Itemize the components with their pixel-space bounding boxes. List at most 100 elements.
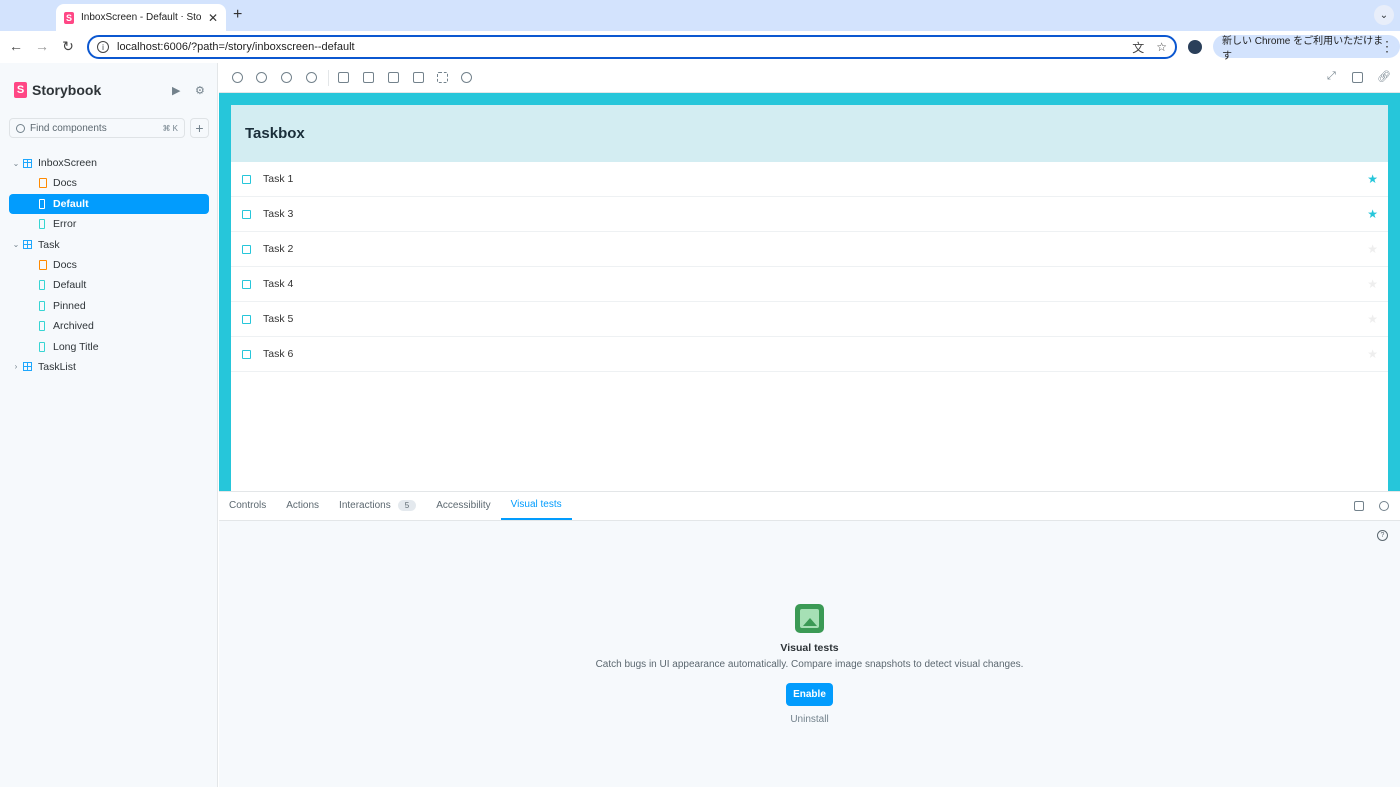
viewport-icon[interactable] — [388, 72, 399, 83]
tab-label: Interactions — [339, 500, 391, 511]
url-text[interactable]: localhost:6006/?path=/story/inboxscreen-… — [117, 41, 1120, 53]
star-icon[interactable]: ★ — [1367, 242, 1378, 256]
tree-label: TaskList — [38, 360, 76, 373]
tab-controls[interactable]: Controls — [219, 491, 276, 520]
tree-story-task-long-title[interactable]: Long Title — [9, 337, 209, 357]
bookmark-star-icon[interactable]: ☆ — [1156, 40, 1167, 54]
back-button[interactable]: ← — [7, 38, 25, 54]
help-icon[interactable]: ? — [1377, 530, 1388, 541]
grid-icon[interactable] — [363, 72, 374, 83]
accessibility-icon[interactable] — [461, 72, 472, 83]
forward-button[interactable]: → — [33, 38, 51, 54]
tab-label: Controls — [229, 500, 267, 511]
task-item[interactable]: Task 2 ★ — [231, 232, 1388, 267]
new-tab-button[interactable]: + — [233, 6, 242, 24]
task-item[interactable]: Task 4 ★ — [231, 267, 1388, 302]
enable-button[interactable]: Enable — [786, 683, 833, 706]
tab-search-menu-icon[interactable]: ⌄ — [1374, 5, 1394, 25]
browser-tab-title: InboxScreen - Default ⋅ Story — [81, 12, 201, 23]
task-item[interactable]: Task 6 ★ — [231, 337, 1388, 372]
tree-docs-task[interactable]: Docs — [9, 255, 209, 275]
reload-button[interactable]: ↻ — [59, 38, 77, 55]
fullscreen-icon[interactable]: ⤢ — [1327, 70, 1338, 82]
chrome-menu-icon[interactable]: ⋮ — [1380, 38, 1394, 55]
tab-visual-tests[interactable]: Visual tests — [500, 491, 572, 520]
task-title: Task 5 — [263, 313, 294, 325]
address-bar[interactable]: i localhost:6006/?path=/story/inboxscree… — [87, 35, 1177, 59]
star-icon[interactable]: ★ — [1367, 207, 1378, 221]
tab-accessibility[interactable]: Accessibility — [426, 491, 500, 520]
create-story-button[interactable]: + — [190, 118, 209, 138]
task-checkbox[interactable] — [242, 174, 251, 184]
tree-story-task-default[interactable]: Default — [9, 275, 209, 295]
tab-actions[interactable]: Actions — [276, 491, 329, 520]
star-icon[interactable]: ★ — [1367, 172, 1378, 186]
inbox-header: Taskbox — [231, 105, 1388, 162]
star-icon[interactable]: ★ — [1367, 312, 1378, 326]
chevron-down-icon: ⌄ — [12, 158, 20, 168]
star-icon[interactable]: ★ — [1367, 347, 1378, 361]
storybook-logo-icon: S — [14, 82, 27, 98]
tree-label: Archived — [53, 320, 94, 333]
close-panel-icon[interactable] — [1379, 501, 1389, 511]
tab-label: Actions — [286, 500, 320, 511]
visual-tests-description: Catch bugs in UI appearance automaticall… — [595, 659, 1024, 670]
task-checkbox[interactable] — [242, 349, 251, 359]
whats-new-icon[interactable]: ▶ — [172, 84, 180, 97]
task-title: Task 6 — [263, 348, 294, 360]
tree-docs-inboxscreen[interactable]: Docs — [9, 173, 209, 193]
open-new-tab-icon[interactable] — [1352, 72, 1363, 83]
outline-icon[interactable] — [437, 72, 448, 83]
chrome-update-button[interactable]: 新しい Chrome をご利用いただけます — [1213, 35, 1400, 62]
translate-icon[interactable]: 文 — [1132, 39, 1144, 56]
visual-tests-title: Visual tests — [780, 642, 839, 654]
task-checkbox[interactable] — [242, 244, 251, 254]
tree-label: Error — [53, 218, 77, 231]
copy-link-icon[interactable]: 🔗︎ — [1377, 70, 1391, 83]
tree-label: Pinned — [53, 299, 86, 312]
addon-tabs: Controls Actions Interactions 5 Accessib… — [219, 492, 1400, 521]
tree-label: Default — [53, 279, 87, 292]
search-icon — [16, 123, 25, 133]
task-item[interactable]: Task 5 ★ — [231, 302, 1388, 337]
settings-gear-icon[interactable]: ⚙ — [195, 84, 205, 97]
profile-avatar[interactable] — [1188, 40, 1202, 54]
uninstall-link[interactable]: Uninstall — [790, 714, 828, 725]
measure-icon[interactable] — [413, 72, 424, 83]
close-tab-icon[interactable]: ✕ — [208, 11, 218, 25]
tree-component-inboxscreen[interactable]: ⌄ InboxScreen — [9, 153, 209, 173]
remount-icon[interactable] — [232, 72, 243, 83]
tree-story-inboxscreen-default[interactable]: Default — [9, 193, 209, 214]
tree-story-inboxscreen-error[interactable]: Error — [9, 214, 209, 234]
tree-story-task-archived[interactable]: Archived — [9, 316, 209, 336]
chevron-right-icon: › — [14, 362, 18, 372]
storybook-sidebar: S Storybook ▶ ⚙ Find components ⌘ K + ⌄ … — [0, 63, 218, 787]
tree-component-task[interactable]: ⌄ Task — [9, 235, 209, 255]
page-title: Taskbox — [245, 125, 305, 142]
bookmark-icon — [39, 341, 45, 352]
tree-component-tasklist[interactable]: › TaskList — [9, 357, 209, 377]
tree-label: Docs — [53, 258, 77, 271]
task-checkbox[interactable] — [242, 209, 251, 219]
task-item[interactable]: Task 1 ★ — [231, 162, 1388, 197]
document-icon — [39, 259, 47, 270]
zoom-in-icon[interactable] — [256, 72, 267, 83]
site-info-icon[interactable]: i — [97, 41, 109, 53]
tree-story-task-pinned[interactable]: Pinned — [9, 296, 209, 316]
task-checkbox[interactable] — [242, 279, 251, 289]
task-title: Task 1 — [263, 173, 294, 185]
zoom-out-icon[interactable] — [281, 72, 292, 83]
task-checkbox[interactable] — [242, 314, 251, 324]
search-input[interactable]: Find components ⌘ K — [9, 118, 185, 138]
bookmark-icon — [39, 300, 45, 311]
task-item[interactable]: Task 3 ★ — [231, 197, 1388, 232]
tab-interactions[interactable]: Interactions 5 — [329, 491, 426, 520]
storybook-brand[interactable]: S Storybook — [14, 82, 101, 98]
zoom-reset-icon[interactable] — [306, 72, 317, 83]
panel-orientation-icon[interactable] — [1354, 501, 1364, 511]
browser-tab[interactable]: S InboxScreen - Default ⋅ Story ✕ — [56, 4, 226, 31]
bookmark-icon — [39, 219, 45, 230]
star-icon[interactable]: ★ — [1367, 277, 1378, 291]
storybook-favicon-icon: S — [64, 11, 74, 24]
background-icon[interactable] — [338, 72, 349, 83]
